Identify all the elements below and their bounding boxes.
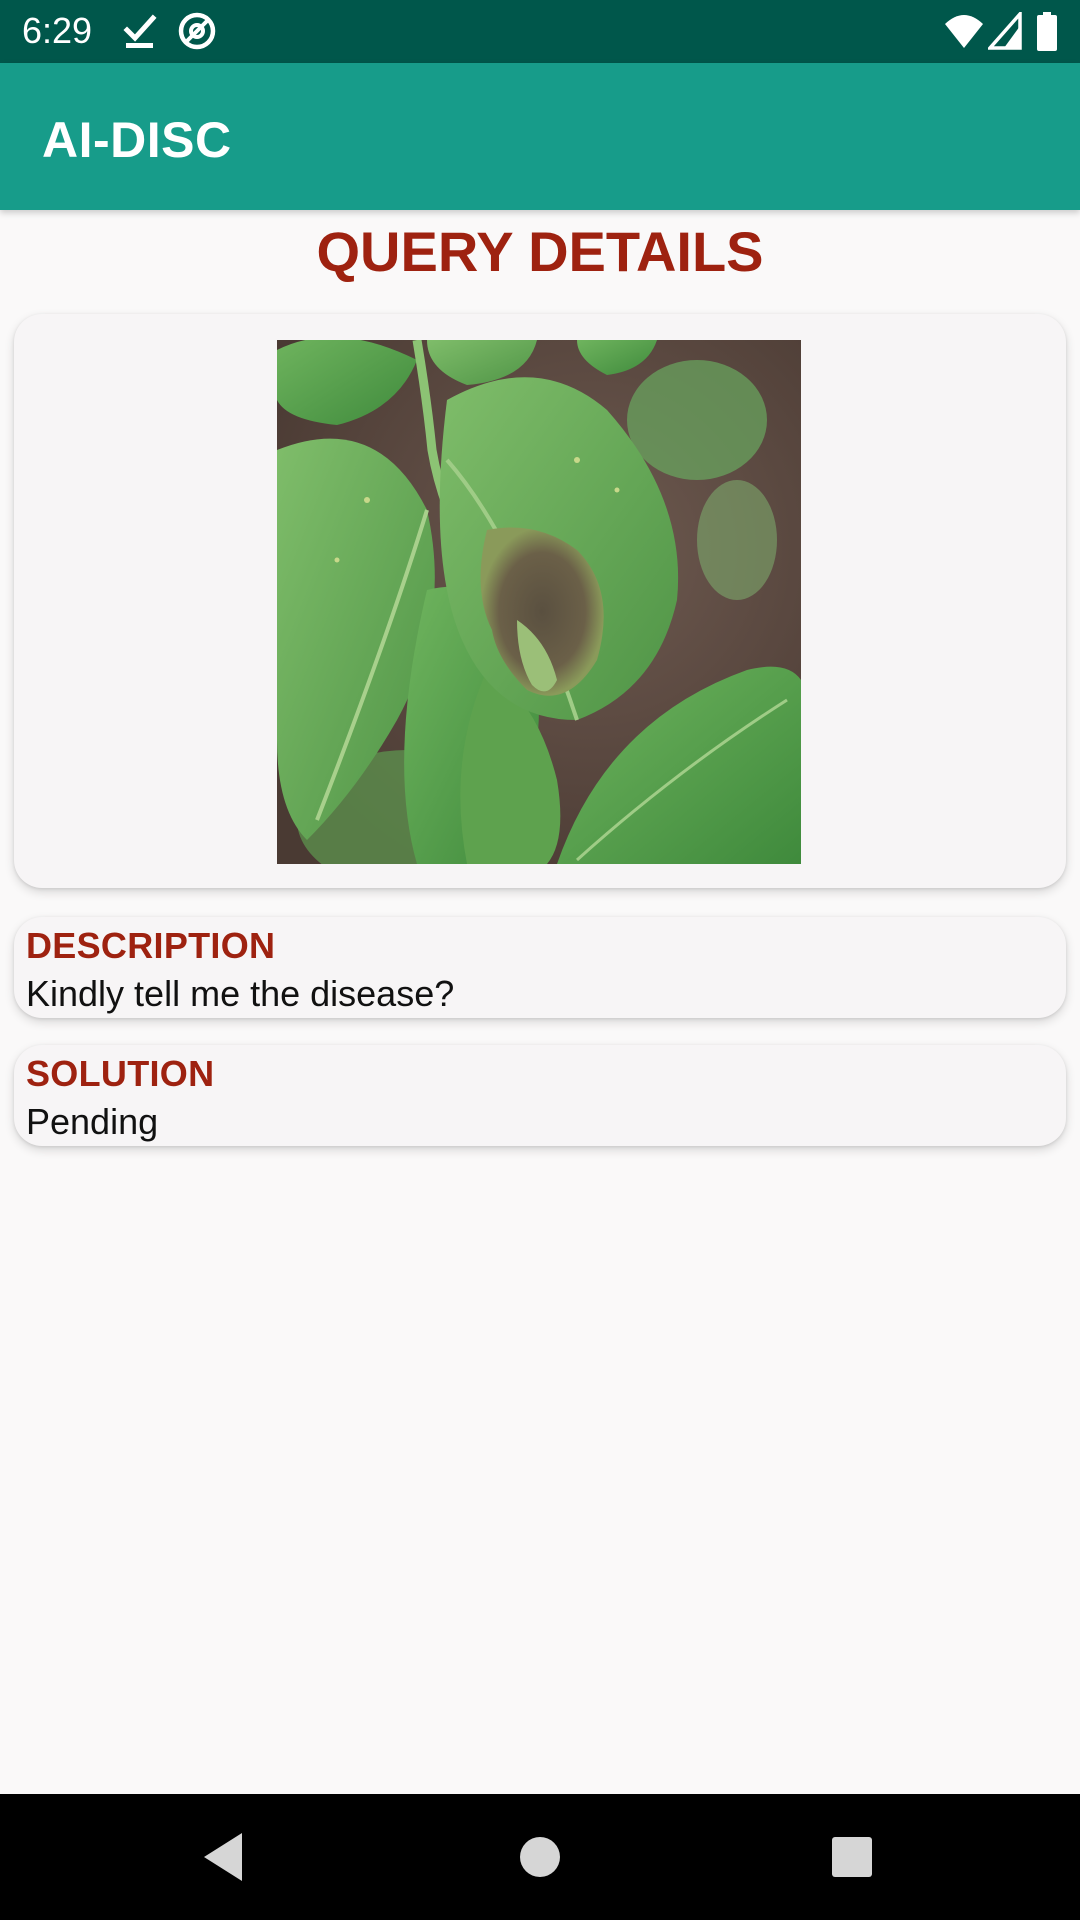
recents-icon[interactable]	[822, 1827, 882, 1887]
query-image	[277, 340, 801, 864]
download-done-icon	[123, 14, 157, 48]
solution-label: SOLUTION	[26, 1053, 215, 1094]
description-text: Kindly tell me the disease?	[26, 973, 455, 1014]
app-title: AI-DISC	[42, 112, 232, 168]
description-card: DESCRIPTION Kindly tell me the disease?	[14, 917, 1066, 1018]
wifi-icon	[945, 15, 983, 48]
status-bar: 6:29	[0, 0, 1080, 63]
page-title: QUERY DETAILS	[316, 220, 764, 283]
solution-text: Pending	[26, 1101, 159, 1142]
home-icon[interactable]	[510, 1827, 570, 1887]
at-sign-icon	[178, 12, 216, 50]
leaf-photo-icon	[277, 340, 801, 864]
back-icon[interactable]	[196, 1827, 256, 1887]
status-time: 6:29	[22, 10, 93, 51]
app-bar: AI-DISC	[0, 63, 1080, 210]
battery-icon	[1037, 12, 1057, 51]
query-image-card	[14, 314, 1066, 888]
signal-icon	[988, 12, 1022, 50]
navigation-bar	[0, 1794, 1080, 1920]
solution-card: SOLUTION Pending	[14, 1045, 1066, 1146]
description-label: DESCRIPTION	[26, 925, 276, 966]
